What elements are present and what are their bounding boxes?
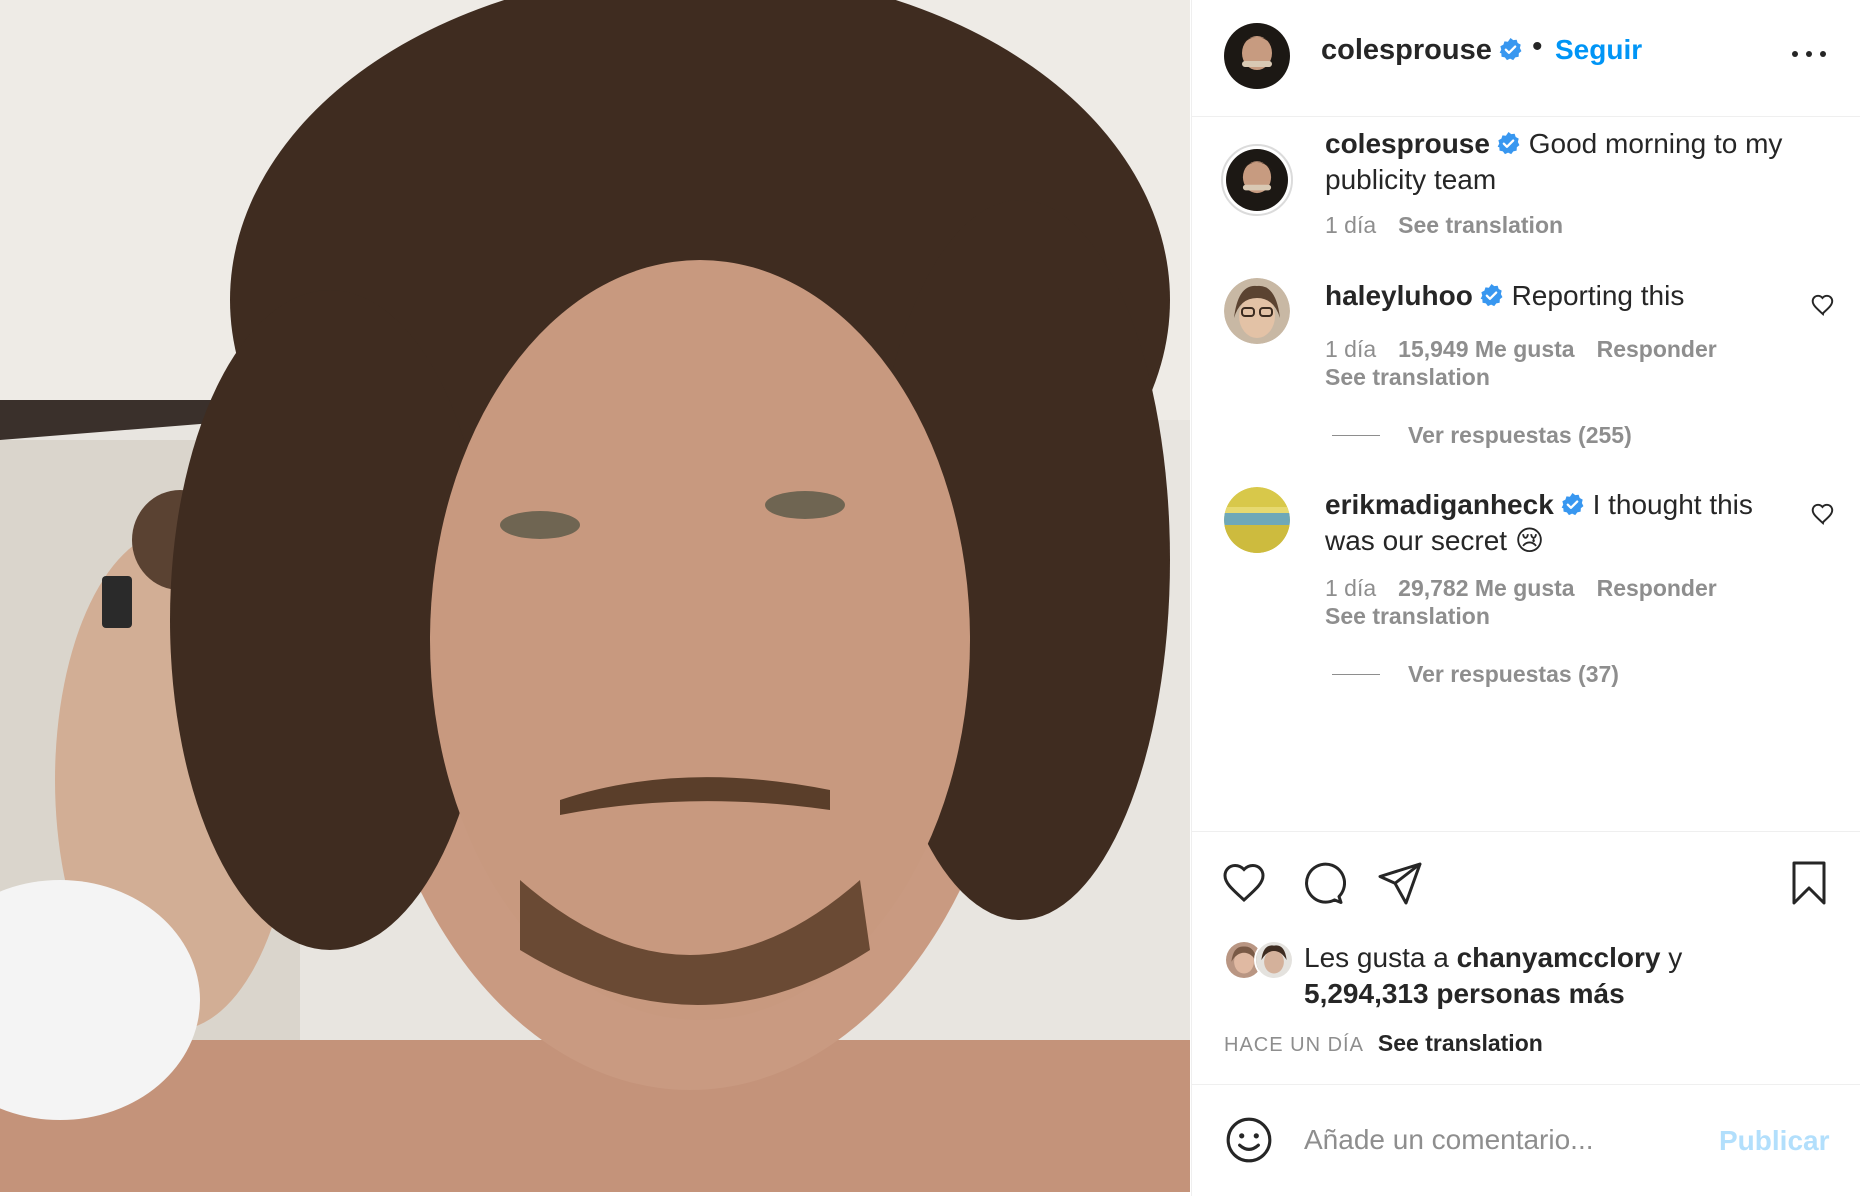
comment-meta: 1 día 15,949 Me gusta Responder bbox=[1325, 336, 1739, 363]
post-image-placeholder bbox=[0, 0, 1190, 1192]
comment-translate-link[interactable]: See translation bbox=[1325, 364, 1490, 391]
header-separator: • bbox=[1532, 30, 1543, 63]
post-actions: Les gusta a chanyamcclory y 5,294,313 per… bbox=[1192, 831, 1860, 1084]
author-username-text[interactable]: colesprouse bbox=[1321, 34, 1492, 66]
view-replies-text[interactable]: Ver respuestas (37) bbox=[1408, 661, 1619, 687]
post-sidebar: colesprouse • Seguir colesprouse Good mo… bbox=[1191, 0, 1860, 1196]
view-replies-link[interactable]: Ver respuestas (37) bbox=[1332, 661, 1619, 688]
comment-text: haleyluhoo Reporting this bbox=[1325, 278, 1795, 314]
verified-badge-icon bbox=[1498, 37, 1523, 62]
comment-reply-link[interactable]: Responder bbox=[1597, 336, 1717, 362]
emoji-icon[interactable] bbox=[1224, 1115, 1274, 1165]
comment-time: 1 día bbox=[1325, 575, 1377, 601]
author-avatar[interactable] bbox=[1224, 23, 1290, 89]
follow-button[interactable]: Seguir bbox=[1555, 34, 1642, 66]
publish-button[interactable]: Publicar bbox=[1719, 1125, 1829, 1157]
caption-meta: 1 día See translation bbox=[1325, 212, 1585, 239]
post-image[interactable] bbox=[0, 0, 1190, 1192]
view-replies-text[interactable]: Ver respuestas (255) bbox=[1408, 422, 1632, 448]
comment-composer: Publicar bbox=[1192, 1084, 1860, 1196]
likes-others[interactable]: 5,294,313 personas más bbox=[1304, 978, 1625, 1009]
comment-likes-count[interactable]: 29,782 Me gusta bbox=[1398, 575, 1574, 601]
comment-text: erikmadiganheck I thought this was our s… bbox=[1325, 487, 1795, 559]
comment-avatar[interactable] bbox=[1224, 487, 1290, 553]
verified-badge-icon bbox=[1560, 492, 1585, 517]
timestamp-label[interactable]: HACE UN DÍA bbox=[1224, 1034, 1364, 1056]
replies-line bbox=[1332, 435, 1380, 436]
caption-translate-link[interactable]: See translation bbox=[1398, 212, 1563, 238]
comment-username[interactable]: erikmadiganheck bbox=[1325, 489, 1554, 520]
comment-username[interactable]: haleyluhoo bbox=[1325, 280, 1473, 311]
caption-username[interactable]: colesprouse bbox=[1325, 128, 1490, 159]
comment-reply-link[interactable]: Responder bbox=[1597, 575, 1717, 601]
verified-badge-icon bbox=[1496, 131, 1521, 156]
more-options-icon[interactable] bbox=[1786, 38, 1832, 68]
caption-text: colesprouse Good morning to my publicity… bbox=[1325, 126, 1795, 198]
likes-prefix: Les gusta a bbox=[1304, 942, 1457, 973]
comment-like-heart-icon[interactable] bbox=[1810, 501, 1836, 527]
comment-like-heart-icon[interactable] bbox=[1810, 292, 1836, 318]
view-replies-link[interactable]: Ver respuestas (255) bbox=[1332, 422, 1632, 449]
post-translate-link[interactable]: See translation bbox=[1378, 1030, 1543, 1056]
post-timestamp: HACE UN DÍA See translation bbox=[1224, 1030, 1543, 1057]
author-username[interactable]: colesprouse bbox=[1321, 34, 1523, 67]
likes-text: Les gusta a chanyamcclory y 5,294,313 per… bbox=[1304, 940, 1844, 1012]
share-icon[interactable] bbox=[1376, 859, 1424, 907]
comment-icon[interactable] bbox=[1298, 859, 1346, 907]
likes-connector: y bbox=[1660, 942, 1683, 973]
liker-avatar[interactable] bbox=[1254, 940, 1294, 980]
comment-likes-count[interactable]: 15,949 Me gusta bbox=[1398, 336, 1574, 362]
comment-input[interactable] bbox=[1304, 1113, 1704, 1167]
heart-icon[interactable] bbox=[1220, 859, 1268, 907]
caption-time: 1 día bbox=[1325, 212, 1377, 238]
bookmark-icon[interactable] bbox=[1785, 859, 1833, 907]
comment-meta: 1 día 29,782 Me gusta Responder bbox=[1325, 575, 1739, 602]
replies-line bbox=[1332, 674, 1380, 675]
post-header: colesprouse • Seguir bbox=[1192, 0, 1860, 117]
comment-time: 1 día bbox=[1325, 336, 1377, 362]
verified-badge-icon bbox=[1479, 283, 1504, 308]
comment-avatar[interactable] bbox=[1224, 278, 1290, 344]
caption-avatar[interactable] bbox=[1221, 144, 1293, 216]
comment-translate-link[interactable]: See translation bbox=[1325, 603, 1490, 630]
comments-list[interactable]: colesprouse Good morning to my publicity… bbox=[1192, 118, 1860, 830]
likes-user[interactable]: chanyamcclory bbox=[1457, 942, 1661, 973]
comment-body: Reporting this bbox=[1511, 280, 1685, 311]
